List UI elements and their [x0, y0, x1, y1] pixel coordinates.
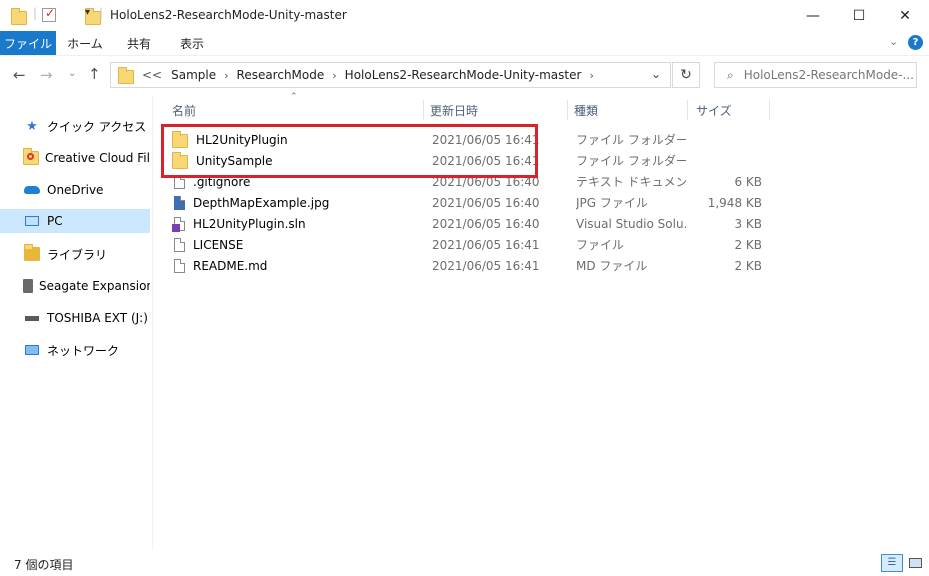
window-title: HoloLens2-ResearchMode-Unity-master	[110, 8, 347, 22]
divider: |	[99, 6, 104, 20]
list-item[interactable]: HL2UnityPlugin.sln 2021/06/05 16:40 Visu…	[166, 213, 776, 234]
help-icon[interactable]: ?	[908, 35, 923, 50]
tab-file[interactable]: ファイル	[0, 31, 56, 55]
usb-drive-icon	[23, 315, 41, 321]
minimize-button[interactable]: —	[790, 0, 836, 31]
up-arrow-icon[interactable]: ↑	[88, 65, 101, 83]
nav-item-library[interactable]: ライブラリ	[0, 242, 150, 266]
expand-ribbon-icon[interactable]: ⌄	[889, 35, 898, 48]
quick-access-dropdown-icon[interactable]: ▾	[85, 7, 90, 18]
chevron-right-icon[interactable]: ›	[224, 69, 228, 82]
image-file-icon	[174, 195, 185, 210]
cloud-icon	[23, 186, 41, 194]
recent-locations-icon[interactable]: ⌄	[68, 68, 76, 79]
breadcrumb-overflow[interactable]: <<	[142, 68, 162, 82]
chevron-right-icon[interactable]: ›	[332, 69, 336, 82]
column-header-date[interactable]: 更新日時	[424, 100, 568, 120]
library-icon	[23, 244, 41, 261]
nav-item-pc[interactable]: PC	[0, 209, 150, 233]
large-icons-view-icon	[908, 558, 922, 568]
file-icon	[174, 258, 185, 273]
list-item[interactable]: LICENSE 2021/06/05 16:41 ファイル 2 KB	[166, 234, 776, 255]
pc-icon	[23, 216, 41, 226]
tab-view[interactable]: 表示	[168, 31, 216, 55]
address-dropdown-icon[interactable]: ⌄	[651, 67, 661, 81]
tab-home[interactable]: ホーム	[60, 31, 110, 55]
details-view-button[interactable]: ☰	[881, 554, 903, 572]
file-icon	[174, 237, 185, 252]
drive-icon	[23, 279, 33, 293]
divider: |	[33, 6, 38, 20]
highlight-box	[161, 124, 538, 178]
star-icon: ★	[26, 118, 38, 134]
close-button[interactable]: ✕	[882, 0, 928, 31]
forward-arrow-icon[interactable]: →	[40, 66, 53, 84]
vs-solution-icon	[172, 216, 185, 232]
large-icons-view-button[interactable]	[904, 554, 926, 572]
nav-item-onedrive[interactable]: OneDrive	[0, 178, 150, 202]
details-view-icon: ☰	[887, 557, 897, 568]
network-icon	[23, 345, 41, 355]
nav-item-toshiba[interactable]: TOSHIBA EXT (J:)	[0, 306, 150, 330]
back-arrow-icon[interactable]: ←	[13, 66, 26, 84]
nav-item-seagate[interactable]: Seagate Expansion D	[0, 274, 150, 298]
properties-icon[interactable]: ✓	[42, 6, 56, 22]
folder-icon	[11, 8, 27, 25]
folder-icon	[118, 66, 134, 84]
column-header-size[interactable]: サイズ	[690, 100, 770, 120]
maximize-button[interactable]: ☐	[836, 0, 882, 31]
status-item-count: 7 個の項目	[14, 558, 74, 572]
breadcrumb-item[interactable]: Sample	[171, 68, 216, 82]
breadcrumb-item[interactable]: HoloLens2-ResearchMode-Unity-master	[345, 68, 582, 82]
nav-item-network[interactable]: ネットワーク	[0, 338, 150, 362]
column-header-type[interactable]: 種類	[568, 100, 688, 120]
pane-divider[interactable]	[152, 95, 153, 550]
list-item[interactable]: DepthMapExample.jpg 2021/06/05 16:40 JPG…	[166, 192, 776, 213]
creative-cloud-icon	[23, 148, 39, 165]
column-header-name[interactable]: 名前	[166, 100, 424, 120]
refresh-button[interactable]: ↻	[672, 62, 700, 88]
chevron-right-icon[interactable]: ›	[589, 69, 593, 82]
refresh-icon: ↻	[680, 67, 692, 83]
search-input[interactable]: HoloLens2-ResearchMode-...	[744, 68, 914, 82]
address-bar[interactable]: << Sample › ResearchMode › HoloLens2-Res…	[110, 62, 671, 88]
list-item[interactable]: README.md 2021/06/05 16:41 MD ファイル 2 KB	[166, 255, 776, 276]
nav-item-creative-cloud[interactable]: Creative Cloud Files	[0, 146, 150, 170]
tab-share[interactable]: 共有	[115, 31, 163, 55]
search-icon: ⌕	[727, 67, 734, 82]
nav-item-quick-access[interactable]: ★ クイック アクセス	[0, 114, 150, 138]
breadcrumb-item[interactable]: ResearchMode	[237, 68, 325, 82]
search-box[interactable]: ⌕ HoloLens2-ResearchMode-...	[714, 62, 917, 88]
